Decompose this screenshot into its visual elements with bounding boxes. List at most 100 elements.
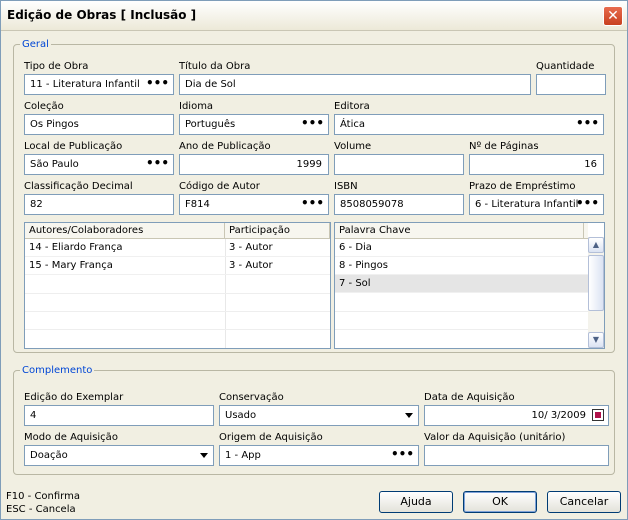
ajuda-button[interactable]: Ajuda [379, 491, 453, 513]
ano-publicacao-label: Ano de Publicação [179, 141, 271, 152]
palavra-chave-grid[interactable]: Palavra Chave 6 - Dia 8 - Pingos 7 - Sol… [334, 222, 605, 349]
palavra-chave-grid-header: Palavra Chave [335, 223, 588, 239]
idioma-field[interactable]: Português ••• [179, 114, 329, 135]
ellipsis-icon[interactable]: ••• [146, 155, 169, 171]
conservacao-label: Conservação [219, 392, 284, 403]
hint-f10: F10 - Confirma [6, 491, 80, 502]
colecao-value: Os Pingos [30, 119, 79, 130]
origem-aquisicao-label: Origem de Aquisição [219, 432, 323, 443]
prazo-emprestimo-field[interactable]: 6 - Literatura Infantil ••• [469, 194, 604, 215]
origem-aquisicao-field[interactable]: 1 - App ••• [219, 445, 419, 466]
quantidade-label: Quantidade [536, 61, 595, 72]
row-divider [335, 329, 588, 330]
ano-publicacao-field[interactable]: 1999 [179, 154, 329, 175]
conservacao-select[interactable]: Usado [219, 405, 419, 426]
hint-esc: ESC - Cancela [6, 504, 76, 515]
ok-button[interactable]: OK [463, 491, 537, 513]
codigo-autor-field[interactable]: F814 ••• [179, 194, 329, 215]
scroll-down-arrow-icon[interactable]: ▼ [588, 332, 604, 348]
modo-aquisicao-select[interactable]: Doação [24, 445, 214, 466]
close-button[interactable]: ✕ [603, 6, 623, 26]
ellipsis-icon[interactable]: ••• [146, 75, 169, 91]
volume-field[interactable] [334, 154, 464, 175]
ellipsis-icon[interactable]: ••• [576, 195, 599, 211]
list-item[interactable]: 8 - Pingos [335, 257, 588, 275]
autores-grid[interactable]: Autores/Colaboradores Participação 14 - … [24, 222, 331, 349]
title-bar[interactable]: Edição de Obras [ Inclusão ] ✕ [1, 1, 627, 31]
scrollbar-thumb[interactable] [588, 255, 604, 311]
autor-cell: 14 - Eliardo França [29, 242, 123, 253]
tipo-obra-value: 11 - Literatura Infantil [30, 79, 140, 90]
participacao-cell: 3 - Autor [229, 242, 273, 253]
palavra-cell: 8 - Pingos [339, 260, 388, 271]
autor-cell: 15 - Mary França [29, 260, 113, 271]
idioma-value: Português [185, 119, 236, 130]
autores-column-header[interactable]: Autores/Colaboradores [25, 223, 225, 239]
tipo-obra-label: Tipo de Obra [24, 61, 89, 72]
editora-field[interactable]: Ática ••• [334, 114, 604, 135]
num-paginas-field[interactable]: 16 [469, 154, 604, 175]
num-paginas-label: Nº de Páginas [469, 141, 539, 152]
titulo-obra-field[interactable]: Dia de Sol [179, 74, 531, 95]
palavra-cell: 6 - Dia [339, 242, 372, 253]
ellipsis-icon[interactable]: ••• [301, 195, 324, 211]
local-publicacao-field[interactable]: São Paulo ••• [24, 154, 174, 175]
chevron-down-icon[interactable] [405, 413, 413, 418]
row-divider [25, 329, 330, 330]
data-aquisicao-label: Data de Aquisição [424, 392, 515, 403]
palavra-chave-column-header[interactable]: Palavra Chave [335, 223, 584, 239]
titulo-obra-value: Dia de Sol [185, 79, 236, 90]
vertical-scrollbar[interactable]: ▲ ▼ [588, 237, 604, 348]
local-publicacao-value: São Paulo [30, 159, 79, 170]
isbn-label: ISBN [334, 181, 358, 192]
isbn-value: 8508059078 [340, 199, 404, 210]
calendar-icon[interactable] [592, 409, 604, 421]
row-divider [25, 293, 330, 294]
row-divider [335, 311, 588, 312]
window-title: Edição de Obras [ Inclusão ] [7, 8, 197, 22]
data-aquisicao-field[interactable]: 10/ 3/2009 [424, 405, 609, 426]
edicao-exemplar-label: Edição do Exemplar [24, 392, 124, 403]
prazo-emprestimo-label: Prazo de Empréstimo [469, 181, 576, 192]
ellipsis-icon[interactable]: ••• [576, 115, 599, 131]
idioma-label: Idioma [179, 101, 214, 112]
ellipsis-icon[interactable]: ••• [301, 115, 324, 131]
tipo-obra-field[interactable]: 11 - Literatura Infantil ••• [24, 74, 174, 95]
edicao-exemplar-field[interactable]: 4 [24, 405, 214, 426]
geral-legend: Geral [22, 39, 49, 50]
codigo-autor-label: Código de Autor [179, 181, 260, 192]
editora-label: Editora [334, 101, 370, 112]
conservacao-value: Usado [225, 410, 257, 421]
volume-label: Volume [334, 141, 372, 152]
participacao-cell: 3 - Autor [229, 260, 273, 271]
colecao-label: Coleção [24, 101, 64, 112]
modo-aquisicao-value: Doação [30, 450, 68, 461]
palavra-cell: 7 - Sol [339, 278, 371, 289]
ellipsis-icon[interactable]: ••• [391, 446, 414, 462]
codigo-autor-value: F814 [185, 199, 210, 210]
complemento-legend: Complemento [22, 365, 93, 376]
participacao-column-header[interactable]: Participação [225, 223, 330, 239]
row-divider [25, 311, 330, 312]
prazo-emprestimo-value: 6 - Literatura Infantil [475, 199, 579, 210]
data-aquisicao-value: 10/ 3/2009 [531, 410, 586, 421]
chevron-down-icon[interactable] [200, 453, 208, 458]
table-row[interactable]: 14 - Eliardo França 3 - Autor [25, 239, 330, 257]
scroll-up-arrow-icon[interactable]: ▲ [588, 237, 604, 253]
cancelar-button[interactable]: Cancelar [547, 491, 621, 513]
list-item[interactable]: 6 - Dia [335, 239, 588, 257]
editora-value: Ática [340, 119, 365, 130]
titulo-obra-label: Título da Obra [179, 61, 251, 72]
valor-aquisicao-field[interactable] [424, 445, 609, 466]
edicao-exemplar-value: 4 [30, 410, 37, 421]
table-row[interactable]: 15 - Mary França 3 - Autor [25, 257, 330, 275]
ano-publicacao-value: 1999 [296, 159, 322, 170]
colecao-field[interactable]: Os Pingos [24, 114, 174, 135]
list-item-selected[interactable]: 7 - Sol [335, 275, 588, 293]
close-icon: ✕ [607, 8, 619, 24]
quantidade-field[interactable] [536, 74, 606, 95]
classificacao-field[interactable]: 82 [24, 194, 174, 215]
isbn-field[interactable]: 8508059078 [334, 194, 464, 215]
classificacao-label: Classificação Decimal [24, 181, 133, 192]
dialog-window: Edição de Obras [ Inclusão ] ✕ Geral Tip… [0, 0, 628, 520]
